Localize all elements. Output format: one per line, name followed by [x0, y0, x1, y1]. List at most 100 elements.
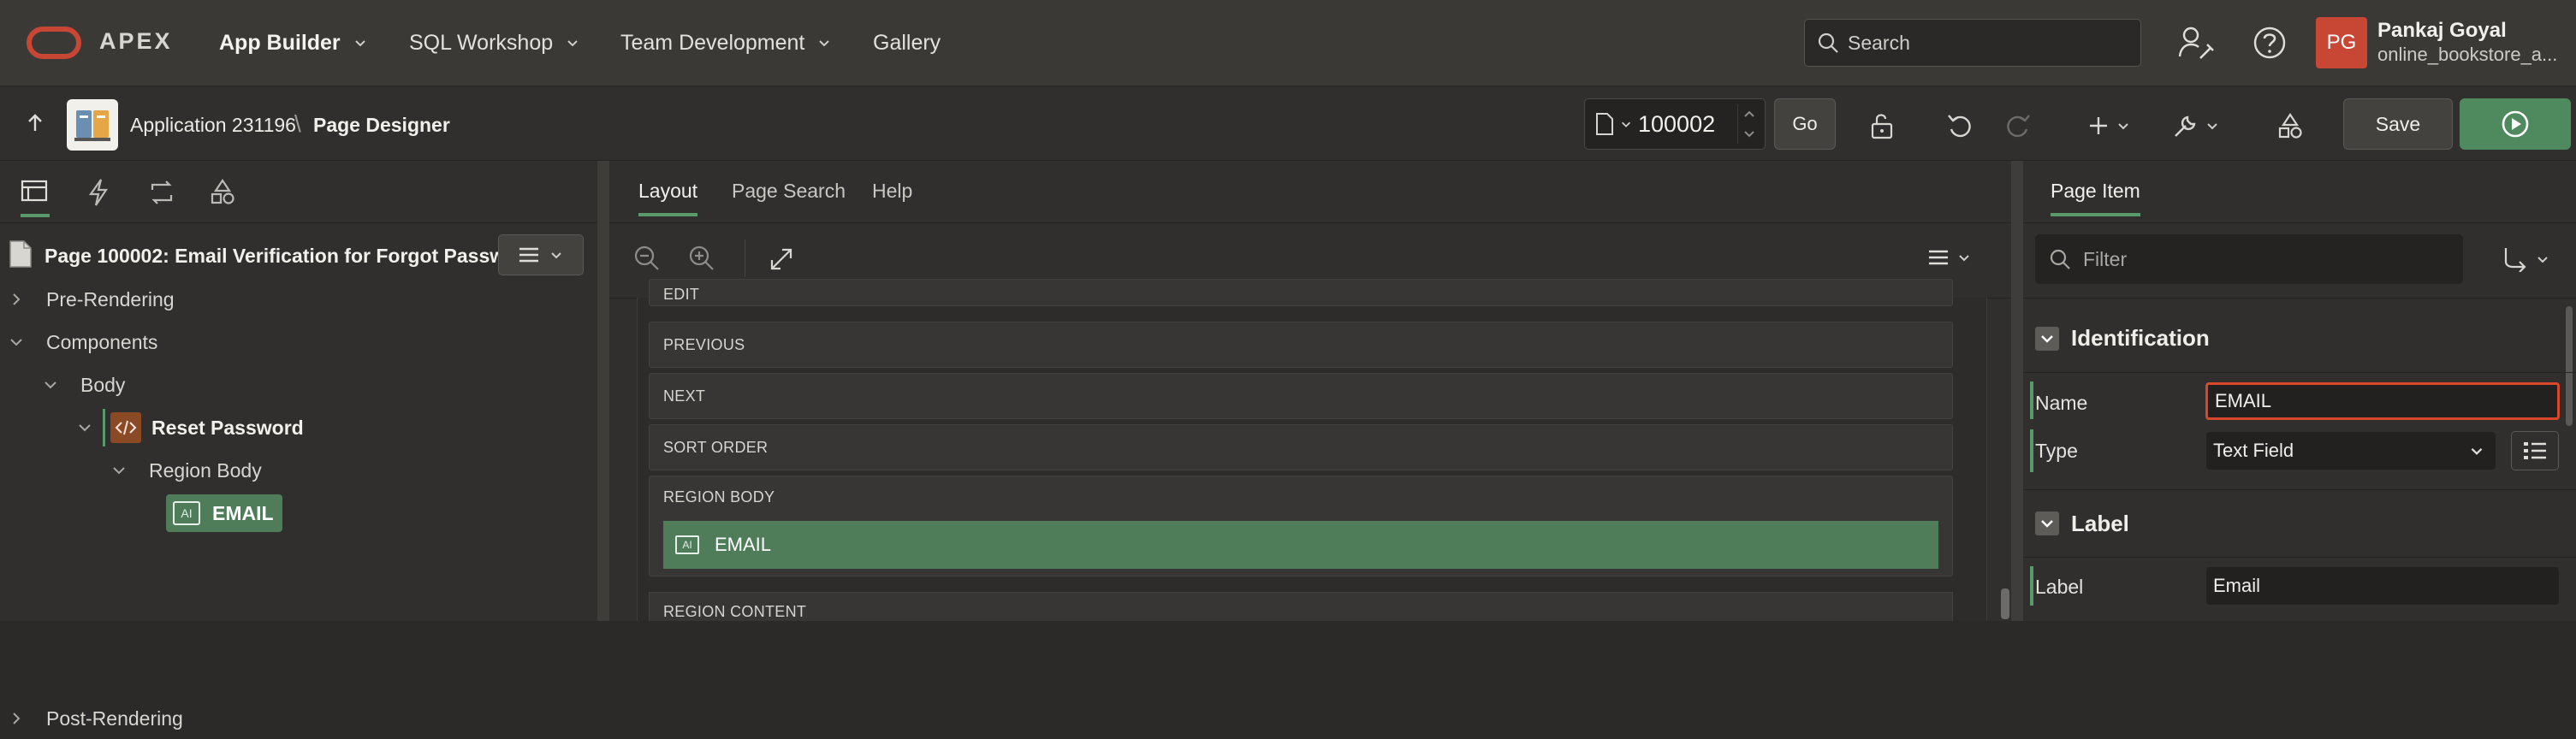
- tree-menu-button[interactable]: [498, 234, 584, 275]
- page-icon: [1596, 113, 1613, 135]
- property-filter-input[interactable]: Filter: [2035, 234, 2463, 284]
- lock-page-icon[interactable]: [1869, 112, 1896, 139]
- section-heading: Label: [2071, 510, 2129, 536]
- save-button[interactable]: Save: [2343, 98, 2453, 150]
- shared-components-icon[interactable]: [2276, 112, 2304, 139]
- breadcrumb-application[interactable]: Application 231196: [130, 114, 296, 137]
- list-icon: [2524, 442, 2546, 459]
- page-title[interactable]: Page 100002: Email Verification for Forg…: [45, 245, 537, 268]
- nav-sql-workshop-label: SQL Workshop: [409, 30, 554, 55]
- zoom-out-icon[interactable]: [633, 245, 661, 272]
- left-splitter[interactable]: [597, 161, 609, 621]
- run-page-button[interactable]: [2460, 98, 2571, 150]
- rendering-tree-pane: Page 100002: Email Verification for Forg…: [0, 161, 597, 730]
- nav-app-builder[interactable]: App Builder: [219, 0, 368, 86]
- page-shared-components-tab-icon[interactable]: [209, 178, 236, 205]
- zoom-in-icon[interactable]: [688, 245, 715, 272]
- slot-region-body-label: REGION BODY: [663, 488, 775, 505]
- tree-node-components[interactable]: Components: [9, 322, 157, 363]
- slot-next[interactable]: NEXT: [649, 373, 1953, 419]
- tree-node-label: Pre-Rendering: [46, 287, 175, 310]
- chevron-down-icon: [2537, 257, 2548, 263]
- slot-region-content[interactable]: REGION CONTENT: [649, 592, 1953, 621]
- property-type-label: Type: [2035, 440, 2078, 462]
- application-icon[interactable]: [67, 99, 118, 151]
- page-number-stepper[interactable]: [1737, 104, 1760, 144]
- section-label[interactable]: Label: [2023, 489, 2576, 558]
- chevron-down-icon: [354, 40, 365, 47]
- search-icon: [1818, 33, 1838, 53]
- section-identification[interactable]: Identification: [2023, 304, 2576, 373]
- chevron-down-icon: [551, 252, 561, 259]
- rendering-tab-icon[interactable]: [21, 180, 50, 217]
- chevron-down-icon: [2471, 447, 2483, 455]
- administration-icon[interactable]: [2177, 24, 2215, 62]
- global-search-input[interactable]: Search: [1804, 19, 2141, 67]
- tree-node-label: Region Body: [149, 458, 262, 482]
- text-field-icon: AI: [675, 535, 699, 554]
- user-name[interactable]: Pankaj Goyal: [2377, 19, 2507, 43]
- expand-icon[interactable]: [769, 246, 794, 272]
- dynamic-actions-tab-icon[interactable]: [86, 178, 111, 207]
- layout-item-email[interactable]: AI EMAIL: [663, 521, 1938, 569]
- text-field-icon: AI: [173, 501, 200, 525]
- nav-app-builder-label: App Builder: [219, 30, 341, 55]
- go-to-group-button[interactable]: [2502, 246, 2550, 272]
- layout-menu-button[interactable]: [1927, 248, 1972, 267]
- nav-gallery[interactable]: Gallery: [873, 0, 941, 86]
- chevron-down-icon: [2118, 123, 2128, 130]
- slot-edit[interactable]: EDIT: [649, 279, 1953, 306]
- undo-icon[interactable]: [1946, 112, 1974, 139]
- tab-help[interactable]: Help: [872, 180, 912, 203]
- global-search-placeholder: Search: [1848, 31, 1910, 54]
- apex-brand[interactable]: APEX: [99, 28, 173, 55]
- redo-icon[interactable]: [2004, 112, 2032, 139]
- collapse-toggle-icon: [2035, 511, 2059, 535]
- tree-node-body[interactable]: Body: [43, 364, 125, 405]
- processing-tab-icon[interactable]: [147, 180, 176, 205]
- slot-region-body[interactable]: REGION BODY AI EMAIL: [649, 476, 1953, 576]
- tab-page-search[interactable]: Page Search: [732, 180, 846, 203]
- property-type-select[interactable]: Text Field: [2206, 432, 2496, 470]
- utilities-menu-button[interactable]: [2172, 112, 2220, 139]
- play-icon: [2502, 110, 2529, 138]
- page-number-value: 100002: [1638, 110, 1716, 137]
- slot-previous[interactable]: PREVIOUS: [649, 322, 1953, 368]
- user-avatar[interactable]: PG: [2316, 17, 2367, 68]
- breadcrumb-page-designer: Page Designer: [313, 114, 450, 136]
- create-menu-button[interactable]: [2086, 114, 2131, 138]
- tab-page-item[interactable]: Page Item: [2051, 180, 2140, 216]
- tree-node-pre-rendering[interactable]: Pre-Rendering: [9, 279, 175, 320]
- plus-icon: [2090, 117, 2107, 134]
- layout-scrollbar[interactable]: [2001, 588, 2009, 619]
- help-icon[interactable]: [2253, 26, 2287, 60]
- tree-node-email[interactable]: AI EMAIL: [166, 494, 282, 532]
- oracle-logo-icon[interactable]: [26, 26, 82, 60]
- property-label-input[interactable]: Email: [2206, 567, 2559, 605]
- nav-sql-workshop[interactable]: SQL Workshop: [409, 0, 580, 86]
- tab-layout[interactable]: Layout: [638, 180, 698, 216]
- tree-node-region-body[interactable]: Region Body: [111, 450, 262, 491]
- property-name-label: Name: [2035, 392, 2088, 414]
- slot-sort-order[interactable]: SORT ORDER: [649, 424, 1953, 470]
- property-name-input[interactable]: EMAIL: [2205, 382, 2560, 420]
- chevron-down-icon: [819, 40, 830, 47]
- property-filter-placeholder: Filter: [2083, 247, 2128, 270]
- user-workspace: online_bookstore_a...: [2377, 44, 2558, 65]
- page-number-selector[interactable]: 100002: [1584, 98, 1766, 150]
- property-label-label: Label: [2035, 576, 2084, 598]
- chevron-down-icon: [1621, 121, 1631, 127]
- chevron-down-icon: [2207, 123, 2217, 130]
- static-content-region-icon: [110, 412, 141, 443]
- nav-team-development[interactable]: Team Development: [620, 0, 832, 86]
- go-button[interactable]: Go: [1774, 98, 1836, 150]
- arrow-up-icon[interactable]: [24, 112, 46, 134]
- tree-node-post-rendering[interactable]: Post-Rendering: [9, 698, 183, 739]
- right-splitter[interactable]: [2011, 161, 2023, 621]
- search-icon: [2050, 249, 2070, 269]
- type-list-button[interactable]: [2511, 431, 2559, 470]
- tree-node-label: Reset Password: [151, 416, 304, 439]
- tree-node-reset-password[interactable]: Reset Password: [77, 407, 304, 448]
- menu-icon: [519, 247, 538, 263]
- top-navigation-bar: APEX App Builder SQL Workshop Team Devel…: [0, 0, 2576, 86]
